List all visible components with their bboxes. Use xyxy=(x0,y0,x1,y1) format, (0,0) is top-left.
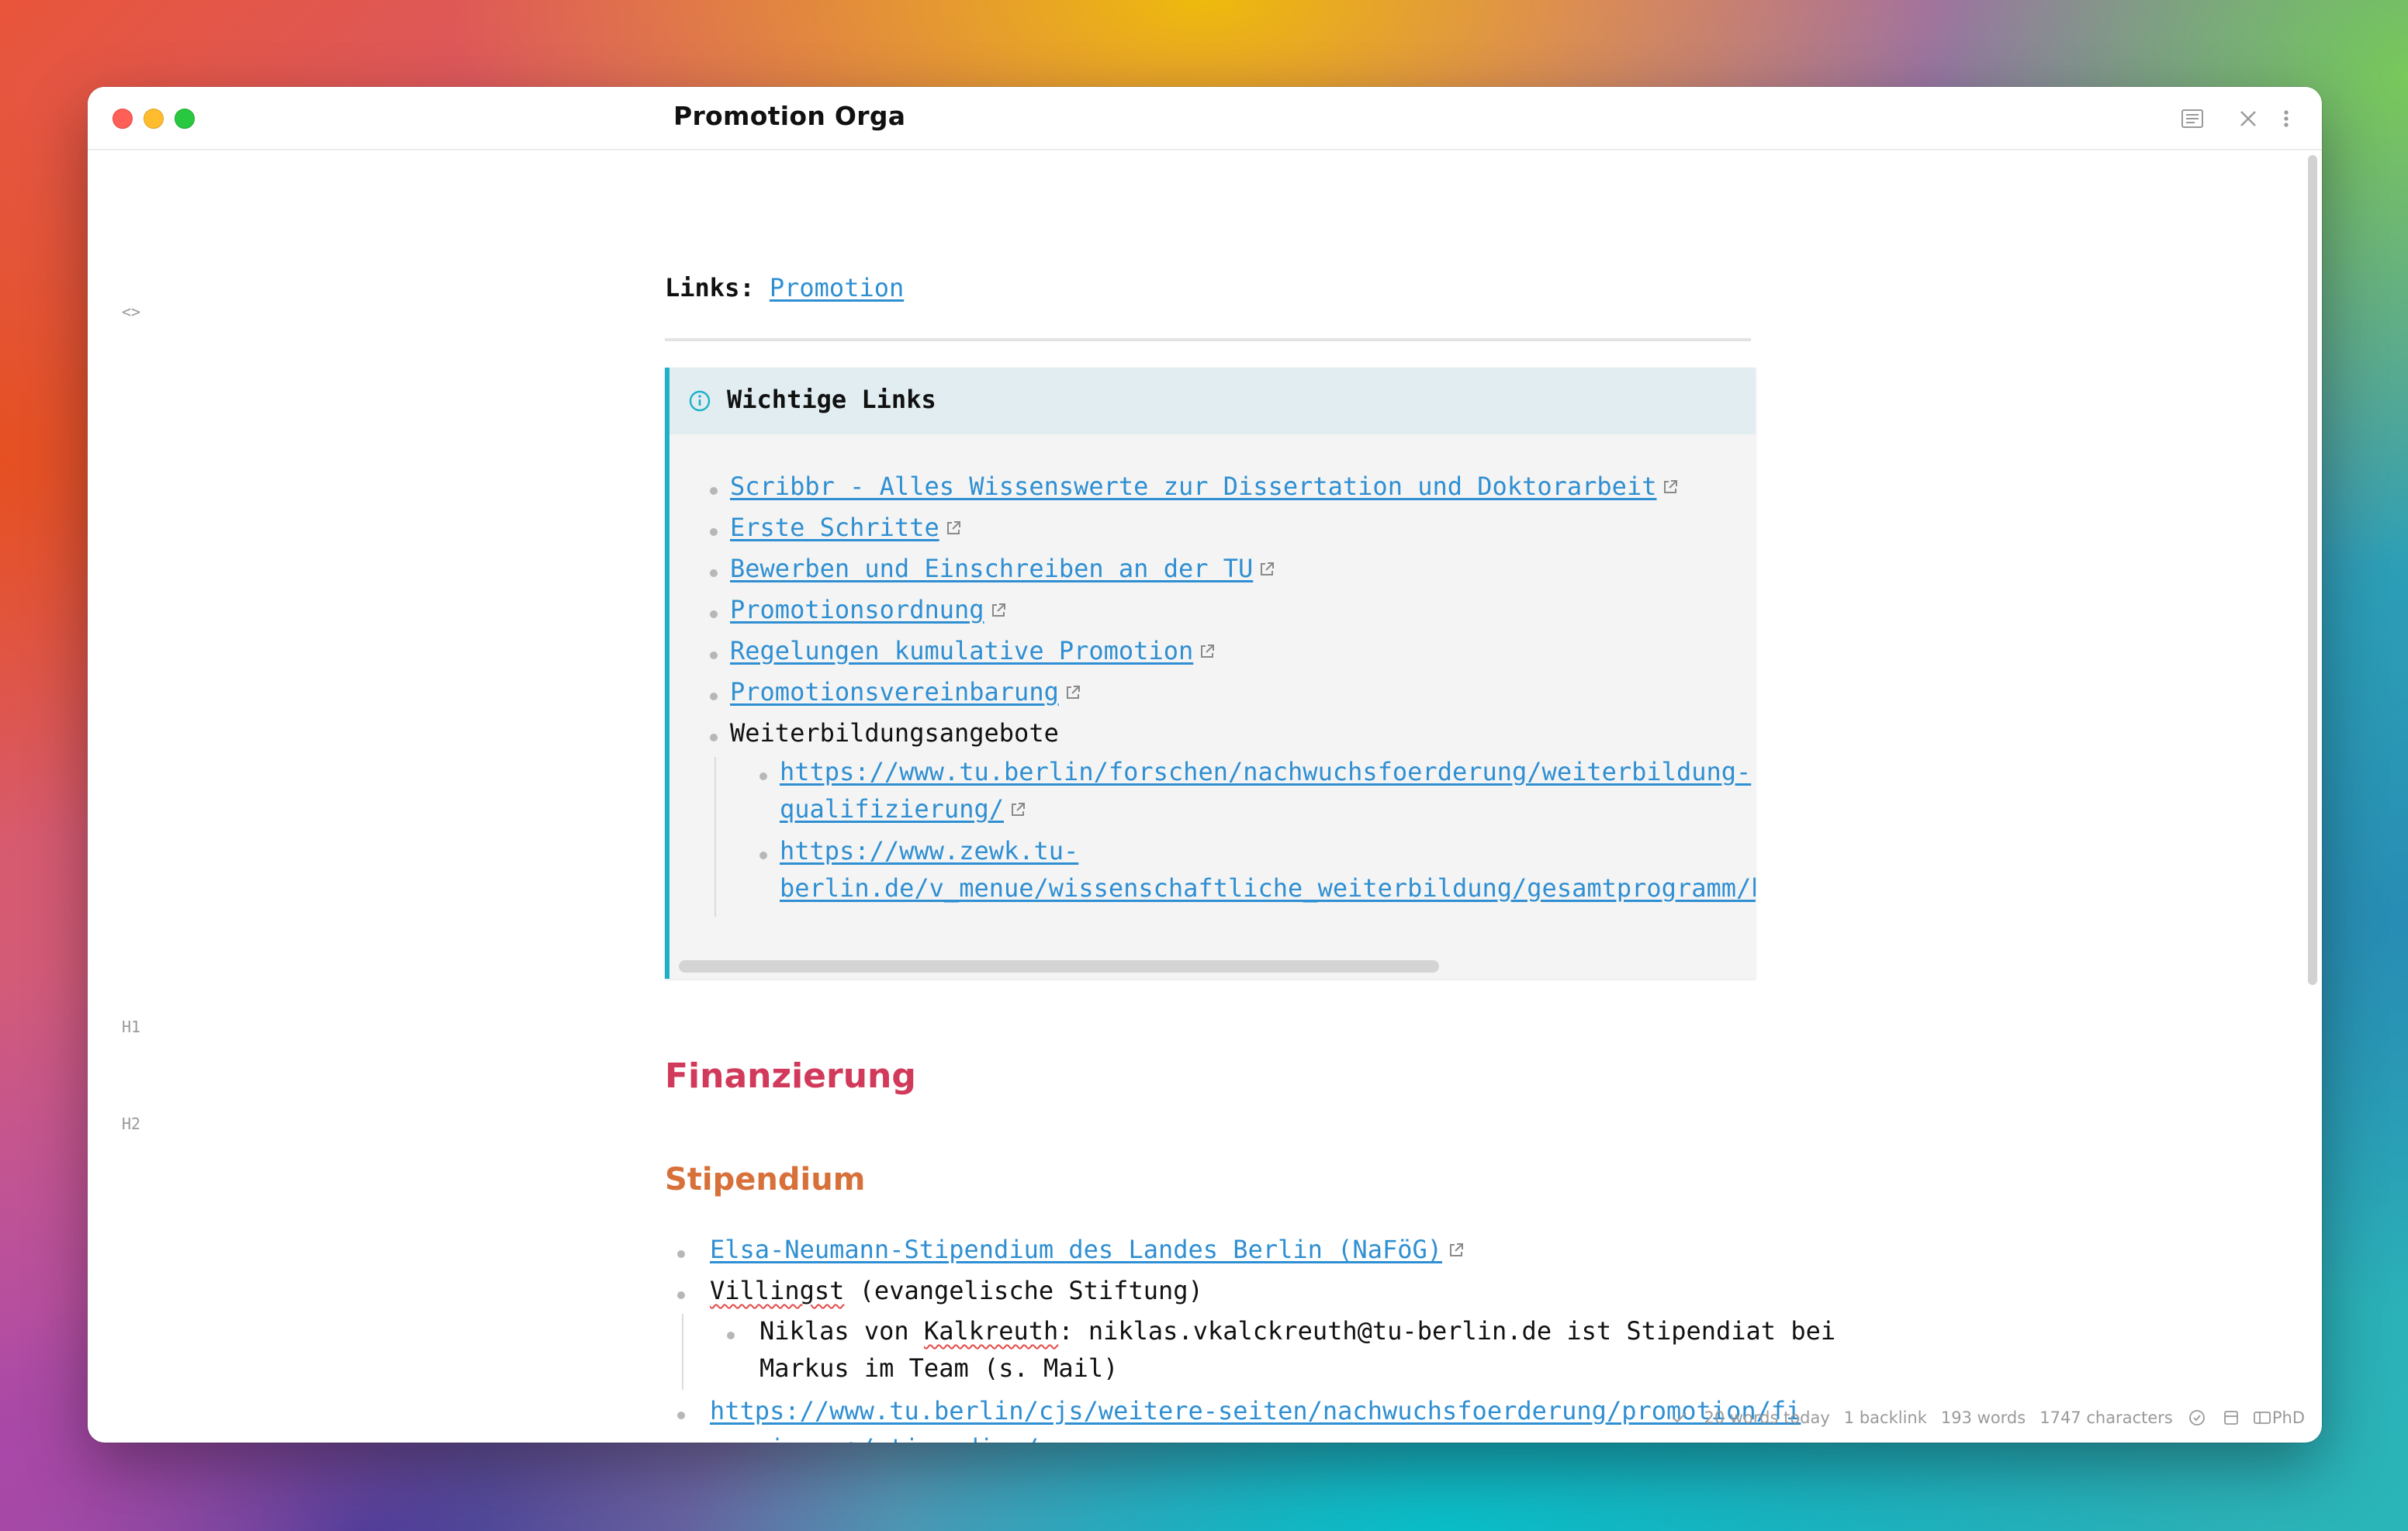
vault-sidebar-icon[interactable] xyxy=(2252,1408,2272,1428)
note-title: Promotion Orga xyxy=(673,101,906,131)
list-bullet xyxy=(710,528,718,536)
external-link-icon xyxy=(1064,679,1082,699)
list-item: https://www.tu.berlin/forschen/nachwuchs… xyxy=(780,757,1751,786)
weiterbildung-item: Weiterbildungsangebote xyxy=(730,718,1059,748)
close-icon[interactable] xyxy=(2235,105,2261,132)
list-item: Elsa-Neumann-Stipendium des Landes Berli… xyxy=(710,1235,1465,1264)
list-item-continuation: qualifizierung/ xyxy=(780,794,1027,824)
list-item: Regelungen kumulative Promotion xyxy=(730,636,1216,665)
misspelled-word[interactable]: Villingst xyxy=(710,1276,844,1305)
vertical-scrollbar[interactable] xyxy=(2308,155,2317,985)
list-item-continuation: nanzierung/stipendien/ xyxy=(710,1433,1039,1443)
backlink-count[interactable]: 1 backlink xyxy=(1844,1408,1927,1427)
list-item-continuation: Markus im Team (s. Mail) xyxy=(759,1353,1119,1383)
list-item: Bewerben und Einschreiben an der TU xyxy=(730,554,1276,583)
list-item: Erste Schritte xyxy=(730,513,963,542)
list-bullet xyxy=(710,734,718,741)
external-link-icon xyxy=(1198,638,1216,658)
callout-header[interactable]: Wichtige Links xyxy=(669,368,1756,434)
vault-name[interactable]: PhD xyxy=(2272,1408,2305,1427)
list-bullet xyxy=(710,487,718,495)
list-bullet xyxy=(759,772,767,780)
list-bullet xyxy=(710,610,718,618)
list-bullet xyxy=(710,651,718,659)
promotionsvereinbarung-link[interactable]: Promotionsvereinbarung xyxy=(730,677,1059,707)
list-bullet xyxy=(677,1250,685,1258)
erste-schritte-link[interactable]: Erste Schritte xyxy=(730,513,939,542)
checkmark-icon[interactable] xyxy=(1669,1408,1690,1428)
code-toggle-icon[interactable]: <> xyxy=(100,302,162,321)
heading-stipendium: Stipendium xyxy=(665,1162,866,1197)
promotionsordnung-link[interactable]: Promotionsordnung xyxy=(730,595,984,624)
heading-finanzierung: Finanzierung xyxy=(665,1056,916,1096)
links-label: Links: xyxy=(665,273,755,302)
external-link-icon xyxy=(1447,1236,1465,1256)
list-bullet xyxy=(727,1332,735,1339)
title-bar: Promotion Orga xyxy=(88,87,2322,150)
stipendien-link-cont[interactable]: nanzierung/stipendien/ xyxy=(710,1433,1039,1443)
info-icon xyxy=(689,390,711,412)
zewk-link-cont[interactable]: berlin.de/v_menue/wissenschaftliche_weit… xyxy=(780,873,1756,903)
zoom-window-button[interactable] xyxy=(175,109,195,129)
nesting-guide xyxy=(682,1314,683,1390)
list-item: Promotionsordnung xyxy=(730,595,1008,624)
stipendien-link[interactable]: https://www.tu.berlin/cjs/weitere-seiten… xyxy=(710,1396,1801,1426)
sync-status-icon[interactable] xyxy=(2187,1408,2207,1428)
list-bullet xyxy=(710,569,718,577)
heading-level-marker-h2: H2 xyxy=(121,1115,141,1133)
zewk-link[interactable]: https://www.zewk.tu- xyxy=(780,836,1078,866)
list-bullet xyxy=(710,693,718,700)
bewerben-link[interactable]: Bewerben und Einschreiben an der TU xyxy=(730,554,1253,583)
tu-weiterbildung-link-cont[interactable]: qualifizierung/ xyxy=(780,794,1004,824)
list-item-text: : niklas.vkalckreuth@tu-berlin.de ist St… xyxy=(1058,1316,1836,1346)
links-line: Links: Promotion xyxy=(665,273,904,302)
words-today: 20 words today xyxy=(1704,1408,1830,1427)
list-bullet xyxy=(759,852,767,859)
callout-title: Wichtige Links xyxy=(727,385,936,414)
promotion-link[interactable]: Promotion xyxy=(770,273,904,302)
list-item: https://www.tu.berlin/cjs/weitere-seiten… xyxy=(710,1396,1801,1426)
horizontal-scrollbar[interactable] xyxy=(679,960,1439,973)
list-item-continuation: berlin.de/v_menue/wissenschaftliche_weit… xyxy=(780,873,1756,903)
minimize-window-button[interactable] xyxy=(144,109,164,129)
external-link-icon xyxy=(1661,473,1680,493)
elsa-neumann-link[interactable]: Elsa-Neumann-Stipendium des Landes Berli… xyxy=(710,1235,1442,1264)
external-link-icon xyxy=(1258,555,1276,575)
list-item-text: Niklas von xyxy=(759,1316,924,1346)
external-link-icon xyxy=(1009,796,1027,816)
status-bar: 20 words today 1 backlink 193 words 1747… xyxy=(1656,1404,2305,1432)
close-window-button[interactable] xyxy=(112,109,133,129)
list-item: Niklas von Kalkreuth: niklas.vkalckreuth… xyxy=(759,1316,1835,1346)
external-link-icon xyxy=(944,514,963,534)
list-item: Villingst (evangelische Stiftung) xyxy=(710,1276,1203,1305)
list-item-text: (evangelische Stiftung) xyxy=(844,1276,1203,1305)
layout-icon[interactable] xyxy=(2221,1408,2241,1428)
app-window: Promotion Orga <> H1 H2 Links: Promotion… xyxy=(88,87,2322,1443)
horizontal-rule xyxy=(665,338,1751,341)
callout-important-links: Wichtige Links Scribbr - Alles Wissenswe… xyxy=(665,368,1756,979)
more-options-icon[interactable] xyxy=(2280,105,2292,132)
regelungen-link[interactable]: Regelungen kumulative Promotion xyxy=(730,636,1193,665)
misspelled-word[interactable]: Kalkreuth xyxy=(924,1316,1058,1346)
reading-mode-icon[interactable] xyxy=(2179,105,2206,132)
list-bullet xyxy=(677,1412,685,1419)
word-count: 193 words xyxy=(1940,1408,2026,1427)
list-bullet xyxy=(677,1291,685,1299)
list-item: Promotionsvereinbarung xyxy=(730,677,1082,707)
tu-weiterbildung-link[interactable]: https://www.tu.berlin/forschen/nachwuchs… xyxy=(780,757,1751,786)
list-item: Scribbr - Alles Wissenswerte zur Dissert… xyxy=(730,472,1680,501)
character-count: 1747 characters xyxy=(2040,1408,2173,1427)
heading-level-marker-h1: H1 xyxy=(121,1018,141,1036)
external-link-icon xyxy=(989,596,1008,617)
nesting-guide xyxy=(714,757,716,917)
scribbr-link[interactable]: Scribbr - Alles Wissenswerte zur Dissert… xyxy=(730,472,1656,501)
list-item: https://www.zewk.tu- xyxy=(780,836,1078,866)
